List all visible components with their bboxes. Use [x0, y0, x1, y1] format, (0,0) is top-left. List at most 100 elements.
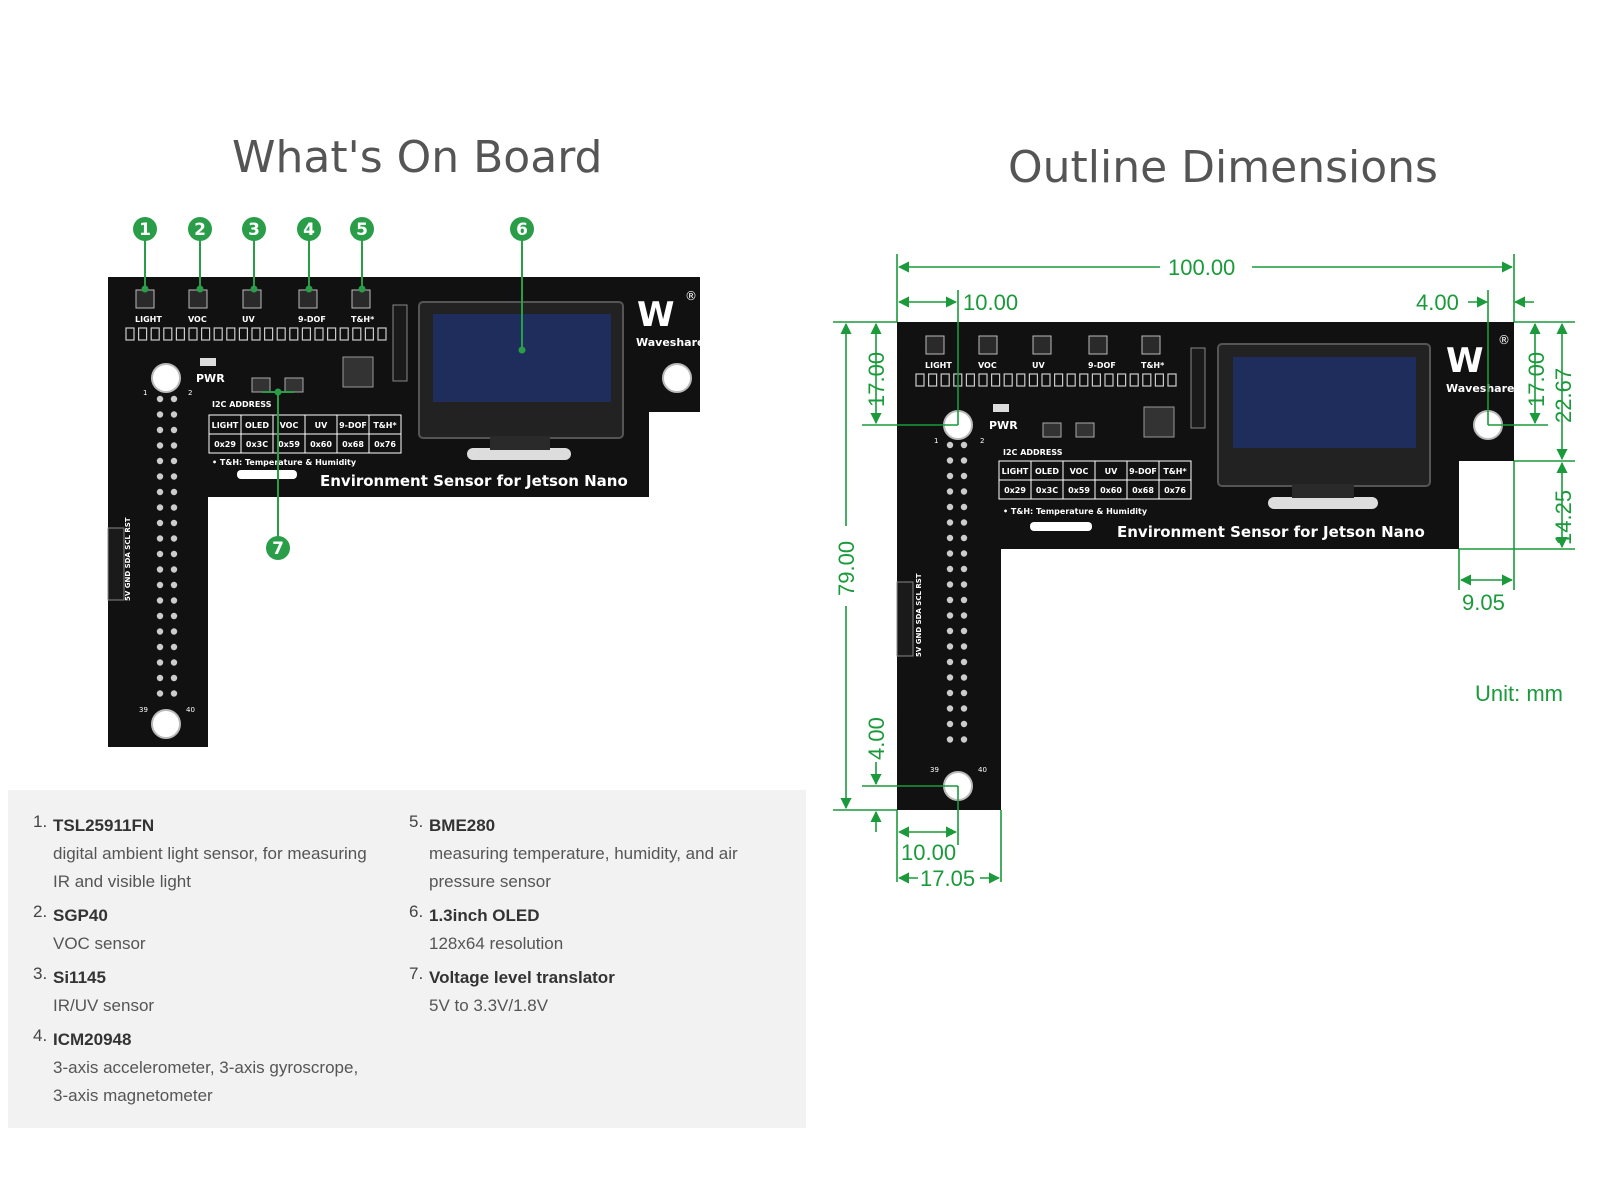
left-sensor-chip — [135, 289, 155, 309]
label-bottom-offset: 4.00 — [864, 717, 889, 760]
right-gpio-pin — [960, 689, 968, 697]
right-registered-mark: ® — [1498, 333, 1510, 347]
component-description: 5V to 3.3V/1.8V — [429, 996, 549, 1015]
left-translator-chip-b — [284, 377, 304, 393]
left-gpio-pin — [170, 442, 178, 449]
right-gpio-pin — [960, 612, 968, 619]
left-i2c-header: UV — [315, 421, 328, 430]
left-i2c-value: 0x68 — [342, 440, 364, 449]
right-sensor-chip — [1141, 335, 1161, 355]
right-sensor-chip — [978, 335, 998, 355]
callout-dot-4 — [305, 285, 313, 293]
left-sensor-label: T&H* — [351, 315, 375, 324]
right-gpio-pin — [946, 488, 954, 495]
component-description: 128x64 resolution — [429, 934, 564, 953]
right-gpio-pin — [946, 689, 954, 697]
right-i2c-value: 0x59 — [1068, 486, 1090, 495]
left-i2c-header: VOC — [280, 421, 299, 430]
left-gpio-pin — [156, 488, 164, 496]
right-i2c-header: UV — [1105, 467, 1118, 476]
left-hole-top-left — [151, 363, 181, 393]
left-pwr-label: PWR — [196, 372, 225, 385]
label-right-top: 17.00 — [1524, 352, 1549, 407]
left-sensor-label: UV — [242, 315, 255, 324]
left-gpio-pin — [156, 643, 164, 651]
left-brand-logo: W — [637, 295, 675, 335]
left-board: LIGHT VOC UV 9-DOF T&H* PWR W ® Waveshare I2… — [107, 277, 704, 747]
right-gpio-pin — [960, 441, 968, 449]
component-item: 3. Si1145 IR/UV sensor — [8, 964, 367, 1020]
left-hole-top-right — [662, 363, 692, 393]
callout-number-5: 5 — [356, 220, 368, 240]
right-pin-end-b: 40 — [978, 766, 987, 774]
left-gpio-pin — [156, 674, 164, 682]
right-connector — [1190, 347, 1206, 429]
component-description: IR/UV sensor — [53, 996, 155, 1015]
callout-number-1: 1 — [139, 220, 151, 240]
left-footnote: • T&H: Temperature & Humidity — [212, 458, 357, 467]
right-gpio-pin — [946, 612, 954, 619]
right-i2c-header: T&H* — [1163, 467, 1187, 476]
left-i2c-header: 9-DOF — [339, 421, 367, 430]
right-i2c-value: 0x68 — [1132, 486, 1154, 495]
left-sensor-chip — [188, 289, 208, 309]
component-number: 5. — [409, 812, 424, 831]
right-translator-chip-a — [1042, 422, 1062, 438]
right-gpio-pin — [946, 441, 954, 449]
component-number: 7. — [409, 964, 424, 983]
right-sensor-chip — [925, 335, 945, 355]
right-i2c-value: 0x76 — [1164, 486, 1186, 495]
component-name: Si1145 — [53, 968, 106, 987]
right-sensor-chip — [1032, 335, 1052, 355]
label-unit: Unit: mm — [1475, 681, 1563, 706]
component-number: 2. — [33, 902, 48, 921]
right-gpio-pin — [960, 472, 968, 480]
component-description: measuring temperature, humidity, and air… — [429, 844, 738, 891]
left-gpio-pin — [170, 690, 178, 697]
left-gpio-pin — [156, 690, 164, 697]
left-gpio-pin — [170, 426, 178, 434]
right-i2c-title: I2C ADDRESS — [1003, 448, 1063, 457]
left-gpio-pin — [156, 628, 164, 635]
right-side-connector — [896, 581, 914, 657]
left-sensor-chip — [242, 289, 262, 309]
right-gpio-pin — [946, 643, 954, 650]
left-gpio-pin — [170, 612, 178, 620]
callout-dot-6 — [518, 346, 526, 354]
component-column-right: 5. BME280 measuring temperature, humidity,… — [384, 812, 738, 1026]
left-gpio-pin — [156, 535, 164, 542]
left-gpio-pin — [170, 473, 178, 480]
right-i2c-header: OLED — [1035, 467, 1059, 476]
left-i2c-value: 0x60 — [310, 440, 332, 449]
right-i2c-value: 0x60 — [1100, 486, 1122, 495]
label-overall-width: 100.00 — [1168, 255, 1235, 280]
component-item: 5. BME280 measuring temperature, humidity,… — [384, 812, 738, 896]
right-pin-start: 1 — [934, 437, 938, 445]
right-gpio-pin — [946, 581, 954, 588]
callout-number-7: 7 — [272, 539, 284, 559]
callout-number-6: 6 — [516, 220, 528, 240]
right-gpio-pin — [946, 457, 954, 464]
left-sensor-chip — [351, 289, 371, 309]
right-gpio-pin — [960, 519, 968, 526]
label-bottom-width: 17.05 — [920, 866, 975, 891]
left-gpio-pin — [170, 597, 178, 604]
left-i2c-value: 0x29 — [214, 440, 236, 449]
right-oled-screen — [1233, 357, 1416, 448]
component-list-panel: 1. TSL25911FN digital ambient light sensor… — [8, 790, 806, 1128]
right-gpio-pin — [960, 658, 968, 666]
left-connector — [392, 304, 408, 382]
label-right-offset: 4.00 — [1416, 290, 1459, 315]
left-sensor-label: LIGHT — [135, 315, 162, 324]
right-brand-logo: W — [1446, 341, 1484, 381]
left-gpio-pin — [156, 581, 164, 589]
right-gpio-pin — [960, 674, 968, 681]
label-notch-width: 9.05 — [1462, 590, 1505, 615]
right-gpio-pin — [946, 658, 954, 666]
right-i2c-header: LIGHT — [1002, 467, 1029, 476]
left-gpio-pin — [170, 581, 178, 589]
left-gpio-pin — [170, 504, 178, 511]
callout-dot-5 — [358, 285, 366, 293]
right-i2c-header: 9-DOF — [1129, 467, 1157, 476]
callout-number-4: 4 — [303, 220, 315, 240]
